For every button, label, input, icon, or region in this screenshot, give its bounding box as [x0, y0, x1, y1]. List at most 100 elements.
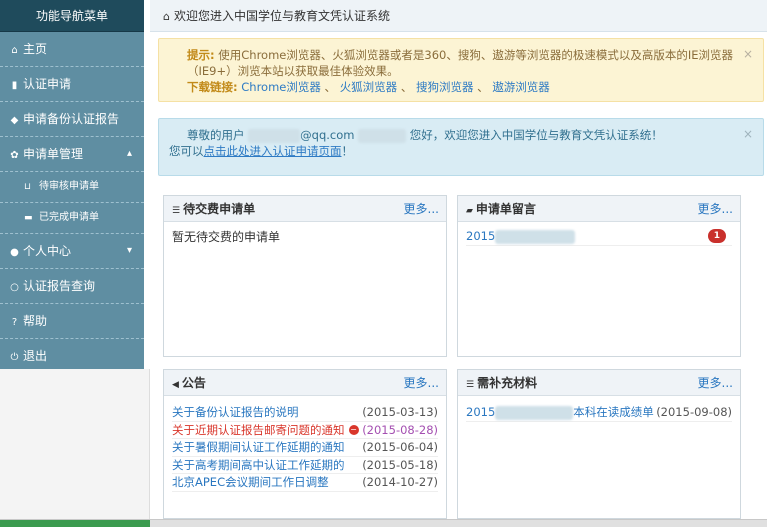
sidebar-subitem-pending-review[interactable]: ⊔ 待审核申请单	[0, 172, 144, 203]
firefox-download-link[interactable]: 火狐浏览器	[340, 80, 398, 94]
message-id[interactable]: 2015	[466, 229, 495, 243]
notice-date: (2014-10-27)	[362, 475, 438, 489]
panel-title: 申请单留言	[475, 202, 536, 216]
panel-header: ◀ 公告 更多...	[164, 370, 446, 396]
panel-body: 2015 1	[458, 222, 740, 252]
sogou-download-link[interactable]: 搜狗浏览器	[416, 80, 474, 94]
list-item[interactable]: 关于近期认证报告邮寄问题的通知 − (2015-08-28)	[172, 422, 438, 439]
home-icon: ⌂	[163, 10, 170, 23]
email-domain: @qq.com	[300, 128, 355, 142]
list-item[interactable]: 关于备份认证报告的说明 (2015-03-13)	[172, 404, 438, 422]
panel-header: ☰ 待交费申请单 更多...	[164, 196, 446, 222]
bullhorn-icon: ◀	[172, 380, 179, 390]
sidebar-item-label: 申请备份认证报告	[23, 112, 120, 126]
more-link[interactable]: 更多...	[698, 370, 733, 396]
sidebar-item-label: 待审核申请单	[39, 181, 99, 192]
comment-icon: ▰	[466, 206, 473, 216]
cart-icon: ⊔	[24, 182, 32, 192]
welcome-greeting: 您好，欢迎您进入中国学位与教育文凭认证系统！	[409, 128, 663, 142]
apply-suffix: ！	[341, 144, 354, 158]
welcome-alert: × 尊敬的用户 @qq.com 您好，欢迎您进入中国学位与教育文凭认证系统！ 您…	[158, 118, 764, 176]
empty-message: 暂无待交费的申请单	[172, 230, 281, 244]
panel-header: ☰ 需补充材料 更多...	[458, 370, 740, 396]
list-item[interactable]: 关于暑假期间认证工作延期的通知 (2015-06-04)	[172, 439, 438, 457]
sidebar-item-label: 认证申请	[23, 77, 72, 91]
redacted-id	[495, 405, 574, 420]
sidebar-title: 功能导航菜单	[0, 0, 144, 32]
notice-title[interactable]: 关于暑假期间认证工作延期的通知	[172, 440, 345, 454]
separator: 、	[477, 80, 489, 94]
list-item[interactable]: 2015 本科在读成绩单 (2015-09-08)	[466, 404, 732, 422]
panel-title: 需补充材料	[477, 376, 538, 390]
chrome-download-link[interactable]: Chrome浏览器	[241, 80, 321, 94]
user-icon: ●	[10, 247, 19, 258]
more-link[interactable]: 更多...	[404, 370, 439, 396]
pending-payment-panel: ☰ 待交费申请单 更多... 暂无待交费的申请单	[163, 195, 447, 357]
sidebar-item-label: 已完成申请单	[39, 212, 99, 223]
search-icon: ○	[10, 282, 19, 293]
close-icon[interactable]: ×	[743, 126, 753, 142]
redacted-username	[248, 128, 301, 143]
panel-body: 关于备份认证报告的说明 (2015-03-13) 关于近期认证报告邮寄问题的通知…	[164, 396, 446, 498]
list-item[interactable]: 关于高考期间高中认证工作延期的 (2015-05-18)	[172, 457, 438, 474]
sidebar-item-backup-report[interactable]: ◆ 申请备份认证报告	[0, 102, 144, 137]
sidebar-subitem-completed[interactable]: ▬ 已完成申请单	[0, 203, 144, 234]
redacted-name	[358, 128, 407, 143]
notice-title[interactable]: 关于备份认证报告的说明	[172, 405, 299, 419]
apply-link[interactable]: 点击此处进入认证申请页面	[204, 144, 342, 158]
close-icon[interactable]: ×	[743, 46, 753, 62]
notice-date: (2015-08-28)	[362, 422, 438, 437]
material-id[interactable]: 2015	[466, 405, 495, 419]
browser-tip-alert: × 提示: 使用Chrome浏览器、火狐浏览器或者是360、搜狗、遨游等浏览器的…	[158, 38, 764, 102]
notice-title[interactable]: 北京APEC会议期间工作日调整	[172, 475, 329, 489]
notice-title[interactable]: 关于高考期间高中认证工作延期的	[172, 458, 345, 472]
status-bar	[0, 519, 767, 527]
panel-body: 暂无待交费的申请单	[164, 222, 446, 251]
sidebar-background	[0, 369, 150, 527]
list-icon: ☰	[466, 380, 475, 390]
maxthon-download-link[interactable]: 遨游浏览器	[492, 80, 550, 94]
material-date: (2015-09-08)	[656, 405, 732, 419]
tag-icon: ◆	[10, 115, 19, 126]
list-icon: ☰	[172, 206, 181, 216]
redacted-id	[495, 229, 576, 244]
announcements-panel: ◀ 公告 更多... 关于备份认证报告的说明 (2015-03-13) 关于近期认…	[163, 369, 447, 519]
sidebar-item-personal-center[interactable]: ● 个人中心 ▾	[0, 234, 144, 269]
panel-title: 待交费申请单	[183, 202, 256, 216]
material-name[interactable]: 本科在读成绩单	[573, 405, 654, 419]
briefcase-icon: ▬	[24, 213, 33, 223]
main-content: ⌂ 欢迎您进入中国学位与教育文凭认证系统 × 提示: 使用Chrome浏览器、火狐…	[150, 0, 767, 527]
apply-prompt: 您可以	[169, 144, 204, 158]
sidebar-item-application-management[interactable]: ✿ 申请单管理 ▴	[0, 137, 144, 172]
sidebar-item-certification-apply[interactable]: ▮ 认证申请	[0, 67, 144, 102]
chevron-down-icon: ▾	[126, 245, 132, 256]
application-messages-panel: ▰ 申请单留言 更多... 2015 1	[457, 195, 741, 357]
progress-indicator	[0, 520, 150, 527]
sidebar-item-help[interactable]: ? 帮助	[0, 304, 144, 339]
list-item[interactable]: 2015 1	[466, 228, 732, 246]
welcome-prefix: 尊敬的用户	[187, 128, 245, 142]
separator: 、	[400, 80, 413, 94]
more-link[interactable]: 更多...	[698, 196, 733, 222]
tip-text: 使用Chrome浏览器、火狐浏览器或者是360、搜狗、遨游等浏览器的极速模式以及…	[187, 48, 733, 78]
panel-body: 2015 本科在读成绩单 (2015-09-08)	[458, 396, 740, 428]
tip-label: 提示:	[187, 48, 215, 62]
notice-date: (2015-06-04)	[362, 440, 438, 454]
page-title: 欢迎您进入中国学位与教育文凭认证系统	[173, 9, 390, 23]
help-icon: ?	[11, 317, 18, 328]
notice-title[interactable]: 关于近期认证报告邮寄问题的通知	[172, 423, 345, 437]
list-item[interactable]: 北京APEC会议期间工作日调整 (2014-10-27)	[172, 474, 438, 492]
more-link[interactable]: 更多...	[404, 196, 439, 222]
supplementary-materials-panel: ☰ 需补充材料 更多... 2015 本科在读成绩单 (2015-09-08)	[457, 369, 741, 519]
sidebar-item-home[interactable]: ⌂ 主页	[0, 32, 144, 67]
sidebar-item-label: 个人中心	[23, 244, 72, 258]
download-label: 下载链接:	[187, 80, 238, 94]
home-icon: ⌂	[11, 45, 18, 56]
notice-date: (2015-03-13)	[362, 405, 438, 419]
notice-date: (2015-05-18)	[362, 457, 438, 472]
unread-count-badge: 1	[707, 229, 726, 243]
separator: 、	[324, 80, 337, 94]
panel-header: ▰ 申请单留言 更多...	[458, 196, 740, 222]
sidebar: 功能导航菜单 ⌂ 主页 ▮ 认证申请 ◆ 申请备份认证报告 ✿ 申请单管理 ▴ ⊔ 待审核…	[0, 0, 144, 369]
sidebar-item-report-query[interactable]: ○ 认证报告查询	[0, 269, 144, 304]
